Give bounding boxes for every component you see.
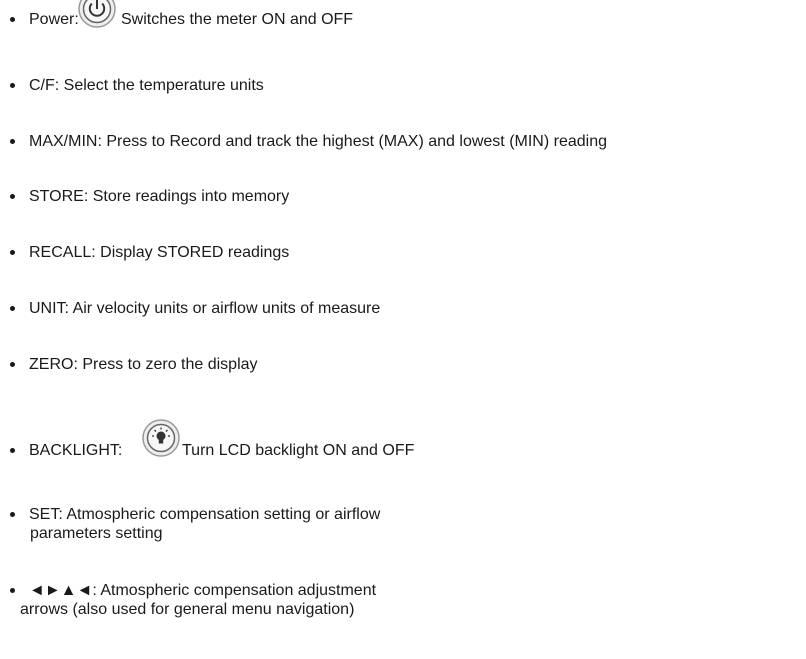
backlight-description: Turn LCD backlight ON and OFF: [182, 442, 415, 459]
bullet: [10, 250, 15, 255]
bullet: [10, 588, 15, 593]
bullet: [10, 83, 15, 88]
set-text-line1: SET: Atmospheric compensation setting or…: [29, 506, 381, 523]
lightbulb-icon: [141, 418, 181, 458]
zero-text: ZERO: Press to zero the display: [29, 356, 258, 373]
power-description: Switches the meter ON and OFF: [121, 11, 354, 28]
power-icon: [77, 0, 117, 29]
bullet: [10, 362, 15, 367]
bullet: [10, 306, 15, 311]
arrows-text-line2: arrows (also used for general menu navig…: [20, 601, 355, 618]
bullet: [10, 512, 15, 517]
backlight-label: BACKLIGHT:: [29, 442, 123, 459]
unit-text: UNIT: Air velocity units or airflow unit…: [29, 300, 381, 317]
arrows-text-line1: ◄►▲◄: Atmospheric compensation adjustmen…: [29, 582, 377, 599]
power-label: Power:: [29, 11, 79, 28]
maxmin-text: MAX/MIN: Press to Record and track the h…: [29, 133, 607, 150]
recall-text: RECALL: Display STORED readings: [29, 244, 290, 261]
set-text-line2: parameters setting: [30, 525, 163, 542]
bullet: [10, 17, 15, 22]
bullet: [10, 448, 15, 453]
store-text: STORE: Store readings into memory: [29, 188, 290, 205]
cf-text: C/F: Select the temperature units: [29, 77, 264, 94]
bullet: [10, 194, 15, 199]
bullet: [10, 139, 15, 144]
